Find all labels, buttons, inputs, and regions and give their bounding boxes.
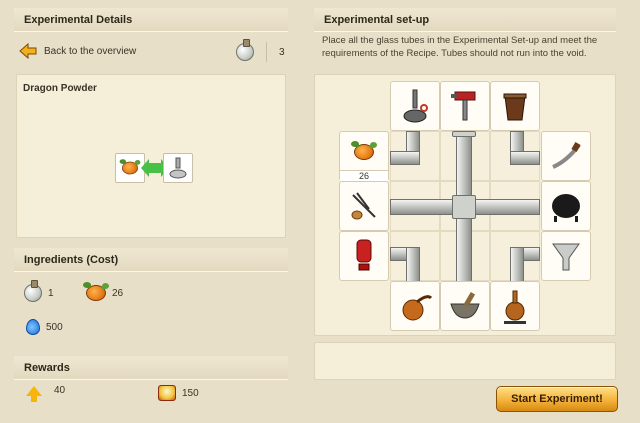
reward-xp: 40 [26,385,66,402]
press-item[interactable] [440,81,490,131]
pumpkin-count: 26 [340,170,388,181]
tongs-icon [351,192,376,220]
ingredient-value: 500 [46,321,63,333]
tongs-item[interactable] [339,181,389,231]
experiment-board: 26 [314,74,616,336]
retort-item[interactable] [390,281,440,331]
bucket-item[interactable] [490,81,540,131]
mortar-icon [450,291,480,319]
knife-icon [552,142,581,169]
cauldron-item[interactable] [541,181,591,231]
red-bottle-icon [356,239,372,271]
pumpkin-icon [351,141,377,160]
ingredients-header: Ingredients (Cost) [14,248,288,272]
ingredient-potion: 1 [24,280,54,302]
pumpkin-icon [119,159,141,175]
setup-title: Experimental set-up [324,14,430,26]
alembic-icon [169,157,187,179]
bucket-icon [503,93,527,121]
setup-header: Experimental set-up [314,8,616,32]
recipe-arrow-icon [141,159,169,177]
burner-icon [403,89,428,123]
tube-joint [452,195,476,219]
cauldron-icon [552,194,580,222]
recipe-panel: Dragon Powder [16,74,286,238]
rewards-title: Rewards [24,362,70,374]
recipe-name: Dragon Powder [23,83,97,94]
ingredient-water: 500 [26,319,63,335]
funnel-icon [552,243,580,271]
reward-badge: 150 [158,385,199,401]
potion-count: 3 [279,46,285,58]
reward-badge-icon [158,385,176,401]
result-area [314,342,616,380]
distiller-item[interactable] [490,281,540,331]
tube-joint [452,131,476,137]
pumpkin-icon [83,282,109,301]
reward-value: 150 [182,387,199,399]
details-header: Experimental Details [14,8,288,32]
ingredient-value: 1 [48,287,54,299]
mortar-red-item[interactable] [339,231,389,281]
start-button-label: Start Experiment! [511,393,603,405]
mortar-item[interactable] [440,281,490,331]
retort-icon [402,295,433,321]
glass-tube[interactable] [510,151,540,165]
details-title: Experimental Details [24,14,133,26]
press-icon [451,91,476,121]
water-drop-icon [26,319,40,335]
ingredient-pumpkin: 26 [83,282,124,301]
potion-icon [236,39,254,61]
glass-tube[interactable] [390,151,420,165]
knife-item[interactable] [541,131,591,181]
rewards-header: Rewards [14,356,288,380]
ingredients-title: Ingredients (Cost) [24,254,119,266]
potion-icon [24,280,42,302]
ingredient-value: 26 [112,287,124,299]
funnel-item[interactable] [541,231,591,281]
burner-item[interactable] [390,81,440,131]
reward-value: 40 [54,385,66,396]
pumpkin-item[interactable]: 26 [339,131,389,181]
back-to-overview-link[interactable]: Back to the overview [18,42,136,60]
up-arrow-icon [26,385,42,402]
distiller-icon [504,290,526,324]
potion-stock: 3 [236,39,285,62]
back-arrow-icon [19,42,37,60]
start-experiment-button[interactable]: Start Experiment! [496,386,618,412]
back-label: Back to the overview [44,45,137,57]
setup-instructions: Place all the glass tubes in the Experim… [322,35,598,59]
recipe-result-tile [163,153,193,183]
